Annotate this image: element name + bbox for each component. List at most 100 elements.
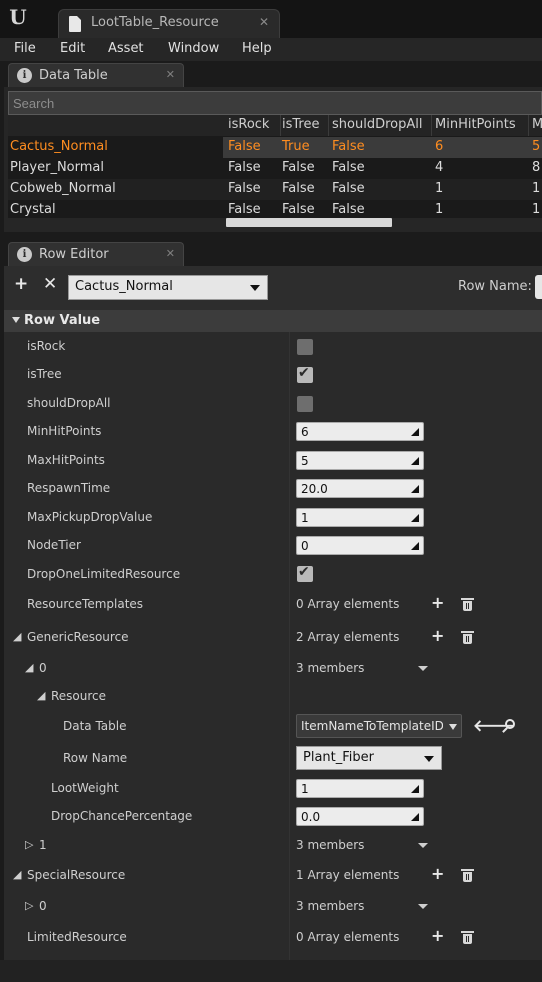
trash-icon[interactable] [461, 931, 474, 944]
expand-arrow-icon[interactable]: ▷ [25, 838, 33, 851]
column-header[interactable]: MinHitPoints [435, 117, 516, 132]
maxpickupdropvalue-field[interactable]: 1 [296, 508, 424, 527]
magnifier-icon[interactable] [502, 719, 516, 733]
remove-row-button[interactable]: ✕ [43, 274, 57, 294]
expand-arrow-icon[interactable]: ◢ [13, 868, 21, 881]
row-value-section[interactable]: Row Value [4, 310, 542, 332]
check-icon: ✔ [298, 564, 310, 580]
table-row[interactable]: Crystal False False False 1 1 [8, 200, 542, 218]
column-header[interactable]: M [532, 117, 542, 132]
prop-label-resource: Resource [51, 689, 107, 703]
nodetier-field[interactable]: 0 [296, 536, 424, 555]
tab-data-table[interactable]: i Data Table ✕ [8, 63, 184, 87]
drag-handle-icon[interactable] [411, 813, 419, 821]
expand-arrow-icon[interactable]: ◢ [37, 689, 45, 702]
menu-help[interactable]: Help [242, 41, 272, 56]
array-count: 2 Array elements [296, 630, 400, 644]
prop-label-nodetier: NodeTier [27, 538, 81, 552]
prop-label-istree: isTree [27, 367, 62, 381]
members-count: 3 members [296, 838, 365, 852]
prop-label-specialresource: SpecialResource [27, 868, 126, 882]
field-value: 6 [301, 425, 309, 439]
document-tab[interactable]: LootTable_Resource ✕ [58, 9, 280, 38]
dropchancepercentage-field[interactable]: 0.0 [296, 807, 424, 826]
drag-handle-icon[interactable] [411, 428, 419, 436]
chevron-down-icon[interactable] [418, 843, 428, 848]
drag-handle-icon[interactable] [411, 514, 419, 522]
table-row[interactable]: Player_Normal False False False 4 8 [8, 158, 542, 179]
column-header[interactable]: isRock [228, 117, 269, 132]
table-cell: 8 [532, 160, 541, 175]
info-icon: i [17, 247, 32, 262]
lootweight-field[interactable]: 1 [296, 779, 424, 798]
table-cell: 1 [435, 202, 444, 217]
column-separator[interactable] [528, 115, 529, 136]
column-splitter[interactable] [289, 332, 290, 982]
shoulddropall-checkbox[interactable] [297, 396, 313, 412]
trash-icon[interactable] [461, 869, 474, 882]
members-count: 3 members [296, 661, 365, 675]
respawntime-field[interactable]: 20.0 [296, 479, 424, 498]
drag-handle-icon[interactable] [411, 457, 419, 465]
expand-arrow-icon[interactable]: ◢ [13, 630, 21, 643]
document-icon [69, 16, 81, 32]
table-cell: False [228, 160, 261, 175]
unreal-logo-icon[interactable]: U [4, 3, 32, 31]
prop-label-shoulddropall: shouldDropAll [27, 396, 111, 410]
menu-window[interactable]: Window [168, 41, 219, 56]
data-table-panel: isRock isTree shouldDropAll MinHitPoints… [4, 87, 542, 232]
menu-asset[interactable]: Asset [108, 41, 144, 56]
data-table-dropdown[interactable]: ItemNameToTemplateID [296, 714, 462, 738]
maxhitpoints-field[interactable]: 5 [296, 451, 424, 470]
search-box[interactable] [8, 91, 542, 115]
table-cell: 1 [532, 202, 541, 217]
search-input[interactable] [9, 92, 541, 114]
plus-icon[interactable]: + [431, 926, 444, 945]
trash-icon[interactable] [461, 631, 474, 644]
column-header[interactable]: shouldDropAll [332, 117, 422, 132]
chevron-down-icon[interactable] [418, 666, 428, 671]
row-name: Crystal [10, 202, 56, 217]
isrock-checkbox[interactable] [297, 339, 313, 355]
menu-edit[interactable]: Edit [60, 41, 85, 56]
minhitpoints-field[interactable]: 6 [296, 422, 424, 441]
chevron-down-icon[interactable] [418, 904, 428, 909]
plus-icon[interactable]: + [431, 864, 444, 883]
add-row-button[interactable]: + [14, 274, 28, 294]
expand-arrow-icon[interactable]: ▷ [25, 899, 33, 912]
plus-icon[interactable]: + [431, 593, 444, 612]
data-table-grid: isRock isTree shouldDropAll MinHitPoints… [8, 115, 542, 218]
table-cell: 6 [435, 139, 444, 154]
row-select-dropdown[interactable]: Cactus_Normal [68, 275, 268, 300]
drag-handle-icon[interactable] [411, 785, 419, 793]
table-row[interactable]: Cactus_Normal False True False 6 5 [8, 137, 542, 158]
table-cell: 5 [532, 139, 541, 154]
row-name-dropdown[interactable]: Plant_Fiber [296, 746, 442, 770]
plus-icon[interactable]: + [431, 626, 444, 645]
close-icon[interactable]: ✕ [259, 15, 269, 29]
column-separator[interactable] [431, 115, 432, 136]
table-row[interactable]: Cobweb_Normal False False False 1 1 [8, 179, 542, 200]
column-separator[interactable] [328, 115, 329, 136]
table-cell: 1 [532, 181, 541, 196]
row-name-field[interactable] [535, 275, 542, 299]
expand-arrow-icon[interactable]: ◢ [25, 661, 33, 674]
close-icon[interactable]: ✕ [166, 247, 175, 260]
close-icon[interactable]: ✕ [166, 68, 175, 81]
drag-handle-icon[interactable] [411, 485, 419, 493]
field-value: 0.0 [301, 810, 321, 824]
column-header[interactable]: isTree [282, 117, 319, 132]
horizontal-scrollbar[interactable] [226, 218, 392, 227]
menu-file[interactable]: File [14, 41, 36, 56]
table-cell: False [282, 160, 315, 175]
drag-handle-icon[interactable] [411, 542, 419, 550]
column-separator[interactable] [280, 115, 281, 136]
chevron-down-icon [424, 756, 434, 762]
trash-icon[interactable] [461, 598, 474, 611]
array-count: 1 Array elements [296, 868, 400, 882]
table-cell: 4 [435, 160, 444, 175]
tab-row-editor[interactable]: i Row Editor ✕ [8, 242, 184, 266]
array-count: 0 Array elements [296, 930, 400, 944]
istree-checkbox[interactable]: ✔ [297, 365, 313, 383]
droponelimitedresource-checkbox[interactable]: ✔ [297, 564, 313, 582]
